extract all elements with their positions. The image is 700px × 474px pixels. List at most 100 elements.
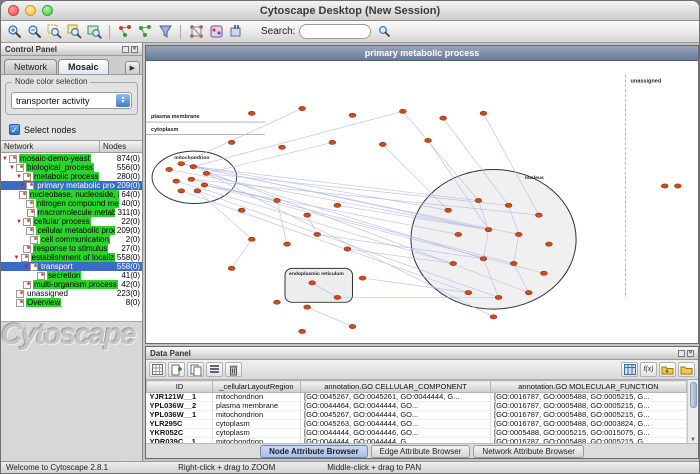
table-cell[interactable]: mitochondrion [213, 411, 301, 420]
network-canvas[interactable]: mitochondrionnucleusendoplasmic reticulu… [146, 61, 698, 343]
tab-overflow-icon[interactable]: ▶ [125, 61, 140, 74]
close-button[interactable] [8, 5, 19, 16]
delete-attribute-button[interactable] [225, 362, 242, 377]
table-row[interactable]: YJR121W__1mitochondrion[GO:0045267, GO:0… [147, 393, 687, 402]
function-builder-button[interactable]: f(x) [640, 362, 657, 377]
tree-expand-icon[interactable]: ▼ [15, 219, 23, 225]
zoom-button[interactable] [42, 5, 53, 16]
zoom-out-button[interactable] [25, 23, 43, 41]
show-graphics-details-button[interactable] [85, 23, 103, 41]
table-cell[interactable]: mitochondrion [213, 393, 301, 402]
attribute-matrix-button[interactable] [621, 362, 638, 377]
tree-row-count: 556(0) [115, 163, 140, 172]
tree-row[interactable]: macromolecule metabolic process311(0) [1, 208, 142, 217]
table-cell[interactable]: [GO:0045267, GO:0044444, GO... [301, 411, 491, 420]
tree-row[interactable]: secretion41(0) [1, 271, 142, 280]
select-attributes-button[interactable] [149, 362, 166, 377]
filter-button[interactable] [156, 23, 174, 41]
search-input[interactable] [299, 24, 371, 39]
column-header[interactable]: ID [147, 381, 213, 393]
list-attributes-button[interactable] [206, 362, 223, 377]
select-nodes-checkbox[interactable] [9, 124, 20, 135]
copy-attribute-button[interactable] [187, 362, 204, 377]
column-header[interactable]: annotation.GO MOLECULAR_FUNCTION [491, 381, 687, 393]
table-row[interactable]: YLR295Ccytoplasm[GO:0045263, GO:0044444,… [147, 420, 687, 429]
table-row[interactable]: YKR052Ccytoplasm[GO:0044444, GO:0044446,… [147, 429, 687, 438]
tree-expand-icon[interactable]: ▼ [22, 264, 30, 270]
table-cell[interactable]: [GO:0016787, GO:0005488, GO:0005215, G..… [491, 393, 687, 402]
hide-selected-button[interactable] [116, 23, 134, 41]
tree-row[interactable]: nitrogen compound metabolic process40(0) [1, 199, 142, 208]
tree-row[interactable]: ▼cellular process22(0) [1, 217, 142, 226]
column-header[interactable]: annotation.GO CELLULAR_COMPONENT [301, 381, 491, 393]
open-folder-button[interactable] [678, 362, 695, 377]
network-canvas-svg: mitochondrionnucleusendoplasmic reticulu… [146, 61, 698, 343]
table-cell[interactable]: cytoplasm [213, 429, 301, 438]
float-panel-icon[interactable] [678, 350, 685, 357]
dropdown-value: transporter activity [16, 96, 116, 106]
vizmapper-button[interactable] [207, 23, 225, 41]
table-cell[interactable]: [GO:0016787, GO:0005488, GO:0005215, G..… [491, 402, 687, 411]
zoom-in-button[interactable] [5, 23, 23, 41]
close-panel-icon[interactable]: ✕ [687, 350, 694, 357]
network-node-icon [19, 191, 27, 199]
tree-expand-icon[interactable]: ▼ [15, 174, 23, 180]
scrollbar-thumb[interactable] [690, 382, 697, 408]
zoom-selected-region-button[interactable] [45, 23, 63, 41]
table-cell[interactable]: YJR121W__1 [147, 393, 213, 402]
table-row[interactable]: YPL036W__1mitochondrion[GO:0045267, GO:0… [147, 411, 687, 420]
tree-row[interactable]: ▼metabolic process280(0) [1, 172, 142, 181]
table-cell[interactable]: YLR295C [147, 420, 213, 429]
table-scrollbar[interactable]: ▼ [687, 380, 698, 443]
table-row[interactable]: YPL036W__2plasma membrane[GO:0044464, GO… [147, 402, 687, 411]
close-panel-icon[interactable]: ✕ [131, 46, 138, 53]
tree-expand-icon[interactable]: ▼ [18, 183, 26, 189]
tab-edge-attribute-browser[interactable]: Edge Attribute Browser [371, 445, 471, 458]
search-options-button[interactable] [375, 23, 393, 41]
tree-row[interactable]: ▼primary metabolic process209(0) [1, 181, 142, 190]
tree-row[interactable]: nucleobase, nucleoside, nucleotide and n… [1, 190, 142, 199]
float-panel-icon[interactable] [122, 46, 129, 53]
node-color-dropdown[interactable]: transporter activity ▲▼ [11, 92, 132, 109]
tree-row[interactable]: multi-organism process42(0) [1, 280, 142, 289]
table-cell[interactable]: YPL036W__2 [147, 402, 213, 411]
tab-node-attribute-browser[interactable]: Node Attribute Browser [260, 445, 368, 458]
tree-expand-icon[interactable]: ▼ [1, 156, 9, 162]
table-cell[interactable]: [GO:0044464, GO:0044444, GO... [301, 402, 491, 411]
tree-expand-icon[interactable]: ▼ [8, 165, 16, 171]
zoom-fit-content-button[interactable] [65, 23, 83, 41]
table-cell[interactable]: plasma membrane [213, 402, 301, 411]
tab-network-attribute-browser[interactable]: Network Attribute Browser [473, 445, 583, 458]
tree-row[interactable]: Overview8(0) [1, 298, 142, 307]
tree-row[interactable]: ▼biological_process556(0) [1, 163, 142, 172]
column-header[interactable]: _cellularLayoutRegion [213, 381, 301, 393]
table-cell[interactable]: [GO:0044444, GO:0044446, GO... [301, 429, 491, 438]
tab-mosaic[interactable]: Mosaic [58, 59, 109, 74]
plugins-button[interactable] [227, 23, 245, 41]
table-cell[interactable]: [GO:0045263, GO:0044444, GO... [301, 420, 491, 429]
table-cell[interactable]: [GO:0005488, GO:0005215, GO:0015075, G..… [491, 429, 687, 438]
unhide-all-button[interactable] [136, 23, 154, 41]
minimize-button[interactable] [25, 5, 36, 16]
tree-expand-icon[interactable]: ▼ [13, 255, 21, 261]
table-cell[interactable]: [GO:0045267, GO:0045261, GO:0044444, G..… [301, 393, 491, 402]
tab-network[interactable]: Network [4, 59, 57, 74]
import-table-button[interactable] [659, 362, 676, 377]
tree-row[interactable]: cellular metabolic process209(0) [1, 226, 142, 235]
tree-row[interactable]: ▼establishment of localization558(0) [1, 253, 142, 262]
tree-row[interactable]: ▼transport558(0) [1, 262, 142, 271]
tree-column-network[interactable]: Network [1, 141, 100, 152]
create-attribute-button[interactable] [168, 362, 185, 377]
table-cell[interactable]: [GO:0016787, GO:0005488, GO:0005215, G..… [491, 411, 687, 420]
tree-row[interactable]: cell communication2(0) [1, 235, 142, 244]
apply-layout-button[interactable] [187, 23, 205, 41]
table-cell[interactable]: YKR052C [147, 429, 213, 438]
tree-column-nodes[interactable]: Nodes [100, 141, 142, 152]
tree-row[interactable]: unassigned223(0) [1, 289, 142, 298]
table-cell[interactable]: [GO:0016787, GO:0005488, GO:0003824, G..… [491, 420, 687, 429]
table-cell[interactable]: cytoplasm [213, 420, 301, 429]
network-view-title[interactable]: primary metabolic process [146, 46, 698, 61]
tree-row[interactable]: ▼mosaic-demo-yeast874(0) [1, 154, 142, 163]
tree-row[interactable]: response to stimulus27(0) [1, 244, 142, 253]
table-cell[interactable]: YPL036W__1 [147, 411, 213, 420]
